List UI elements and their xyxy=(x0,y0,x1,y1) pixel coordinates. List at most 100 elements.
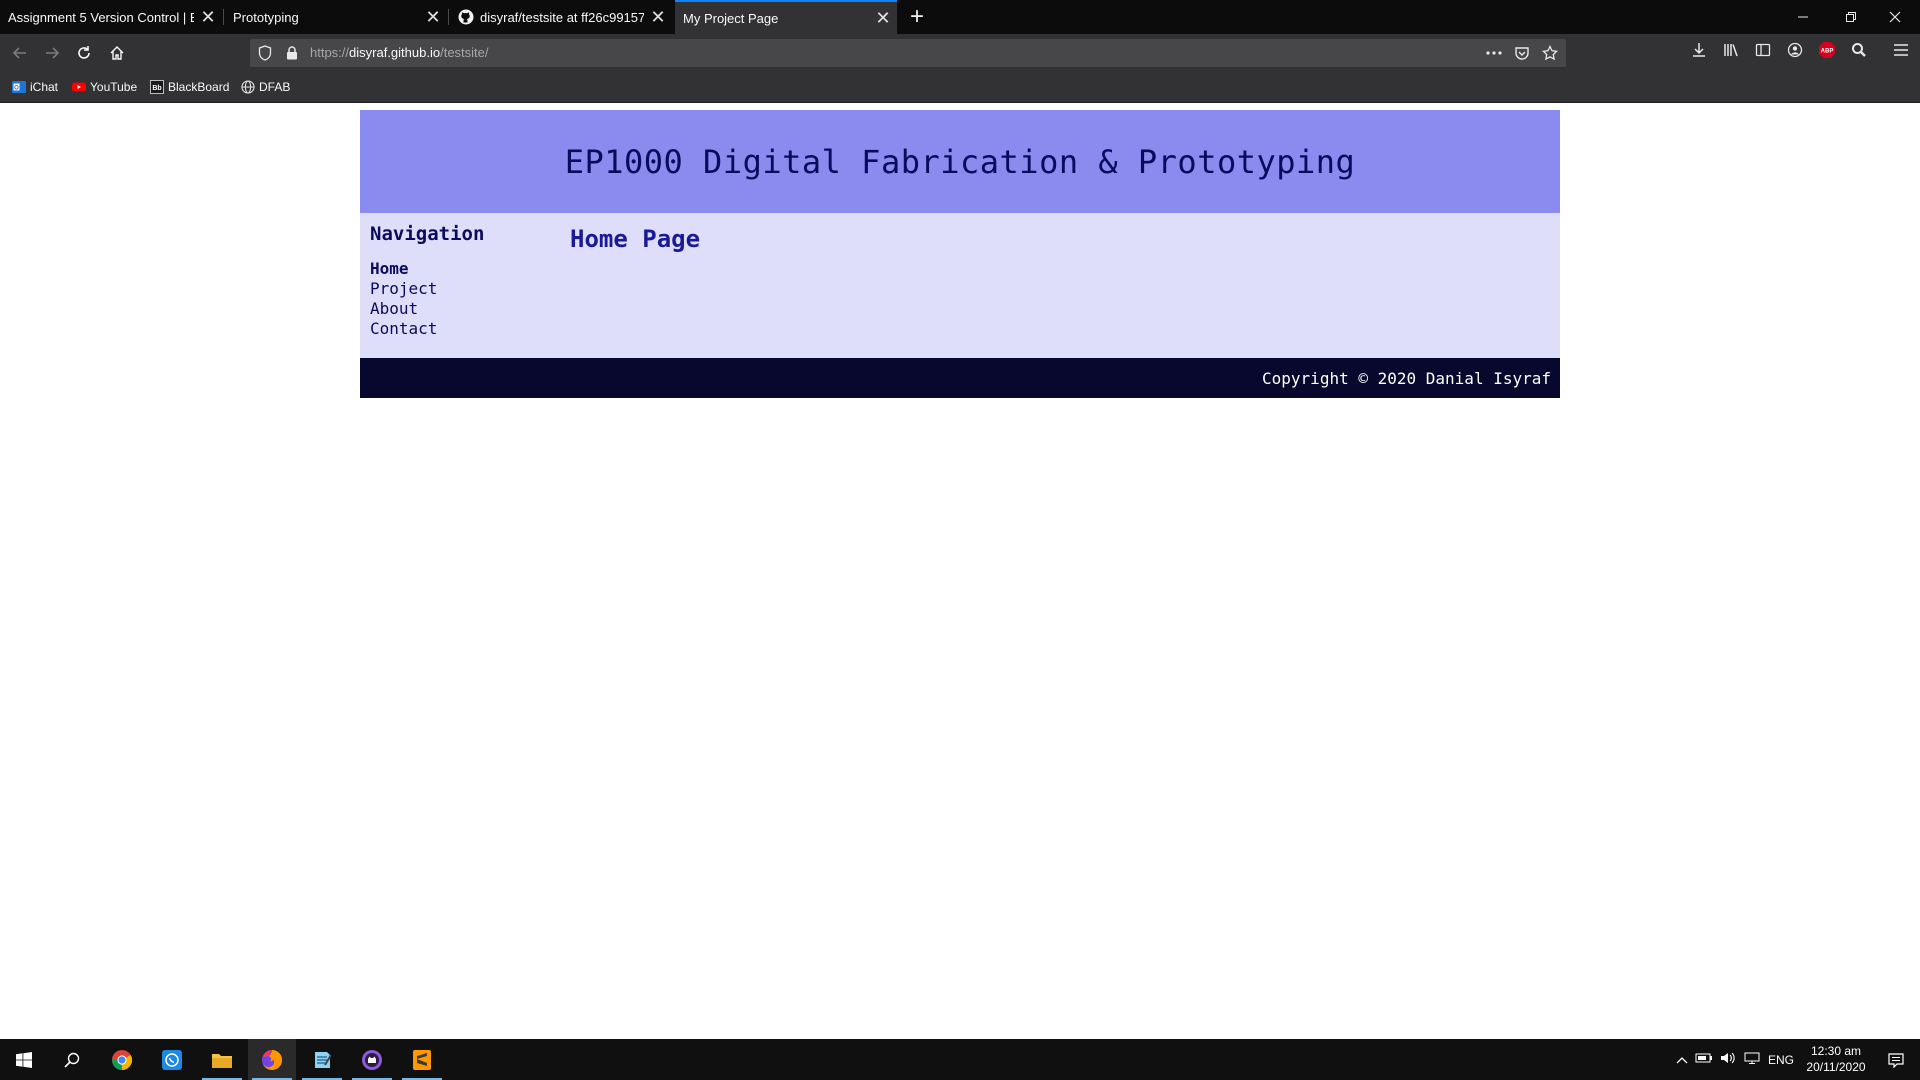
reload-icon xyxy=(78,46,90,59)
nav-link-project[interactable]: Project xyxy=(370,279,560,299)
tab-separator xyxy=(223,9,224,25)
taskbar-whatsapp[interactable] xyxy=(148,1039,196,1080)
sidebar-button[interactable] xyxy=(1752,39,1774,61)
tab-github[interactable]: disyraf/testsite at ff26c99157850 ✕ xyxy=(450,0,672,34)
minimize-button[interactable] xyxy=(1780,0,1826,34)
tab-assignment[interactable]: Assignment 5 Version Control | EP1 ✕ xyxy=(0,0,222,34)
adblock-plus-button[interactable]: ABP xyxy=(1816,39,1838,61)
nav-link-about[interactable]: About xyxy=(370,299,560,319)
copyright-text: Copyright © 2020 Danial Isyraf xyxy=(1262,368,1551,388)
account-button[interactable] xyxy=(1784,39,1806,61)
battery-status[interactable] xyxy=(1692,1052,1716,1067)
bookmark-label: BlackBoard xyxy=(168,80,230,94)
volume-control[interactable] xyxy=(1716,1051,1740,1068)
windows-logo-icon xyxy=(16,1051,32,1068)
system-tray: ENG xyxy=(1672,1039,1798,1080)
taskbar-firefox[interactable] xyxy=(248,1039,296,1080)
input-language[interactable]: ENG xyxy=(1764,1053,1798,1067)
notepad-icon xyxy=(315,1051,332,1068)
tracking-protection-shield-icon[interactable] xyxy=(258,45,272,61)
taskbar-clock[interactable]: 12:30 am 20/11/2020 xyxy=(1796,1043,1876,1075)
taskbar-file-explorer[interactable] xyxy=(198,1039,246,1080)
tab-prototyping[interactable]: Prototyping ✕ xyxy=(225,0,447,34)
clock-time: 12:30 am xyxy=(1810,1044,1862,1058)
site-navigation: Navigation Home Project About Contact xyxy=(370,223,560,339)
tab-title: Prototyping xyxy=(233,9,299,25)
taskbar-github-desktop[interactable] xyxy=(348,1039,396,1080)
nav-link-contact[interactable]: Contact xyxy=(370,319,560,339)
tab-title: disyraf/testsite at ff26c99157850 xyxy=(480,9,644,25)
url-bar[interactable]: https://disyraf.github.io/testsite/ xyxy=(250,39,1566,67)
close-icon[interactable]: ✕ xyxy=(194,7,222,28)
bookmark-dfab[interactable]: DFAB xyxy=(241,79,290,95)
bookmark-ichat[interactable]: O iChat xyxy=(12,79,58,95)
taskbar-chrome[interactable] xyxy=(98,1039,146,1080)
taskbar-sublime-text[interactable] xyxy=(398,1039,446,1080)
site-header: EP1000 Digital Fabrication & Prototyping xyxy=(360,110,1560,213)
search-extension-button[interactable] xyxy=(1848,39,1870,61)
start-button[interactable] xyxy=(0,1039,48,1080)
pocket-button[interactable] xyxy=(1510,43,1534,63)
adblock-badge-text: ABP xyxy=(1821,49,1834,55)
whatsapp-icon xyxy=(162,1049,182,1070)
blackboard-icon: Bb xyxy=(150,80,164,94)
windows-taskbar: ENG 12:30 am 20/11/2020 xyxy=(0,1039,1920,1080)
reload-button[interactable] xyxy=(70,39,98,67)
chrome-icon xyxy=(111,1049,133,1070)
nav-link-home[interactable]: Home xyxy=(370,259,560,279)
show-hidden-icons-button[interactable] xyxy=(1672,1053,1692,1067)
tab-title: Assignment 5 Version Control | EP1 xyxy=(8,9,194,25)
firefox-icon xyxy=(262,1049,283,1070)
network-status[interactable] xyxy=(1740,1051,1764,1068)
close-icon[interactable]: ✕ xyxy=(869,8,897,29)
close-icon[interactable]: ✕ xyxy=(644,7,672,28)
tab-separator xyxy=(448,9,449,25)
magnifier-icon xyxy=(1852,43,1866,57)
action-center-button[interactable] xyxy=(1876,1039,1916,1080)
home-button[interactable] xyxy=(103,39,131,67)
restore-button[interactable] xyxy=(1828,0,1874,34)
close-window-button[interactable] xyxy=(1872,0,1918,34)
url-host: disyraf.github.io xyxy=(349,45,441,60)
download-icon xyxy=(1693,43,1705,57)
folder-icon xyxy=(212,1053,232,1068)
site-title: EP1000 Digital Fabrication & Prototyping xyxy=(564,142,1356,181)
navigation-toolbar: https://disyraf.github.io/testsite/ ABP xyxy=(0,34,1920,72)
forward-button[interactable] xyxy=(38,39,66,67)
page-heading: Home Page xyxy=(570,225,701,253)
github-desktop-icon xyxy=(362,1049,382,1070)
minimize-icon xyxy=(1798,16,1808,18)
search-button[interactable] xyxy=(48,1039,96,1080)
menu-button[interactable] xyxy=(1890,39,1912,61)
nav-heading: Navigation xyxy=(370,223,485,245)
url-scheme: https:// xyxy=(310,45,350,60)
sublime-text-icon xyxy=(413,1049,431,1070)
tab-bar: Assignment 5 Version Control | EP1 ✕ Pro… xyxy=(0,0,1920,34)
star-icon xyxy=(1542,45,1558,61)
svg-text:Bb: Bb xyxy=(152,85,161,92)
outlook-icon: O xyxy=(12,81,26,93)
hamburger-menu-icon xyxy=(1894,44,1908,56)
chevron-up-icon xyxy=(1676,1056,1688,1063)
library-icon xyxy=(1724,44,1738,57)
speaker-icon xyxy=(1721,1052,1735,1064)
clock-date: 20/11/2020 xyxy=(1806,1060,1866,1074)
tab-my-project-page[interactable]: My Project Page ✕ xyxy=(675,0,897,34)
taskbar-notepad-app[interactable] xyxy=(298,1039,346,1080)
url-text[interactable]: https://disyraf.github.io/testsite/ xyxy=(310,45,489,60)
site-footer: Copyright © 2020 Danial Isyraf xyxy=(360,358,1560,398)
bookmark-blackboard[interactable]: Bb BlackBoard xyxy=(150,79,229,95)
page-actions-button[interactable] xyxy=(1482,43,1506,63)
sidebar-icon xyxy=(1755,43,1771,57)
library-button[interactable] xyxy=(1720,39,1742,61)
bookmark-youtube[interactable]: YouTube xyxy=(72,79,137,95)
bookmark-star-button[interactable] xyxy=(1538,43,1562,63)
lock-icon[interactable] xyxy=(286,46,298,60)
adblock-plus-icon: ABP xyxy=(1819,42,1835,58)
back-button[interactable] xyxy=(6,39,34,67)
notification-icon xyxy=(1888,1052,1904,1068)
downloads-button[interactable] xyxy=(1688,39,1710,61)
close-icon[interactable]: ✕ xyxy=(419,7,447,28)
new-tab-button[interactable]: + xyxy=(903,3,931,31)
search-icon xyxy=(64,1052,80,1068)
